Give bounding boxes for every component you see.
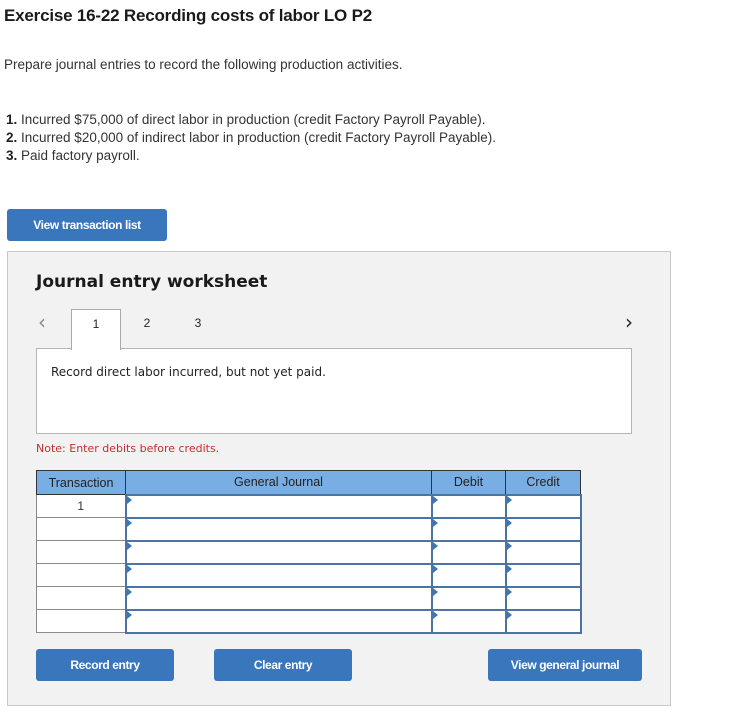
transaction-cell <box>36 586 126 610</box>
debit-input[interactable] <box>430 562 507 588</box>
account-dropdown[interactable] <box>124 562 433 588</box>
table-row <box>36 562 582 588</box>
table-row <box>36 608 582 634</box>
table-row <box>36 585 582 611</box>
credit-input[interactable] <box>504 562 582 588</box>
tab-1[interactable]: 1 <box>71 309 121 350</box>
debit-input[interactable] <box>430 516 507 542</box>
table-row <box>36 539 582 565</box>
tab-3[interactable]: 3 <box>173 309 223 350</box>
header-debit: Debit <box>431 470 506 495</box>
credit-input[interactable] <box>504 493 582 519</box>
note-text: Note: Enter debits before credits. <box>36 442 220 455</box>
credit-input[interactable] <box>504 608 582 634</box>
transaction-cell: 1 <box>36 494 126 518</box>
worksheet-title: Journal entry worksheet <box>36 272 268 292</box>
activity-list: 1. Incurred $75,000 of direct labor in p… <box>6 111 496 165</box>
account-dropdown[interactable] <box>124 493 433 519</box>
debit-input[interactable] <box>430 608 507 634</box>
header-general-journal: General Journal <box>125 470 432 495</box>
tab-2[interactable]: 2 <box>122 309 172 350</box>
transaction-cell <box>36 563 126 587</box>
journal-table: Transaction General Journal Debit Credit… <box>36 470 582 634</box>
debit-input[interactable] <box>430 585 507 611</box>
page-title: Exercise 16-22 Recording costs of labor … <box>4 6 372 25</box>
clear-entry-button[interactable]: Clear entry <box>214 649 352 681</box>
chevron-right-icon[interactable]: › <box>625 310 633 334</box>
header-transaction: Transaction <box>36 470 126 495</box>
account-dropdown[interactable] <box>124 539 433 565</box>
table-row <box>36 516 582 542</box>
account-dropdown[interactable] <box>124 608 433 634</box>
credit-input[interactable] <box>504 516 582 542</box>
transaction-cell <box>36 540 126 564</box>
view-general-journal-button[interactable]: View general journal <box>488 649 642 681</box>
list-item: 1. Incurred $75,000 of direct labor in p… <box>6 112 486 127</box>
intro-text: Prepare journal entries to record the fo… <box>4 57 403 72</box>
journal-entry-worksheet: Journal entry worksheet ‹ 1 2 3 › Record… <box>7 251 671 706</box>
account-dropdown[interactable] <box>124 516 433 542</box>
chevron-left-icon[interactable]: ‹ <box>38 310 46 334</box>
header-credit: Credit <box>505 470 581 495</box>
record-entry-button[interactable]: Record entry <box>36 649 174 681</box>
account-dropdown[interactable] <box>124 585 433 611</box>
transaction-cell <box>36 609 126 633</box>
debit-input[interactable] <box>430 539 507 565</box>
transaction-cell <box>36 517 126 541</box>
list-item: 2. Incurred $20,000 of indirect labor in… <box>6 130 497 145</box>
list-item: 3. Paid factory payroll. <box>6 148 140 163</box>
credit-input[interactable] <box>504 585 582 611</box>
instruction-box: Record direct labor incurred, but not ye… <box>36 348 632 434</box>
credit-input[interactable] <box>504 539 582 565</box>
view-transaction-list-button[interactable]: View transaction list <box>7 209 167 241</box>
table-row: 1 <box>36 493 582 519</box>
debit-input[interactable] <box>430 493 507 519</box>
